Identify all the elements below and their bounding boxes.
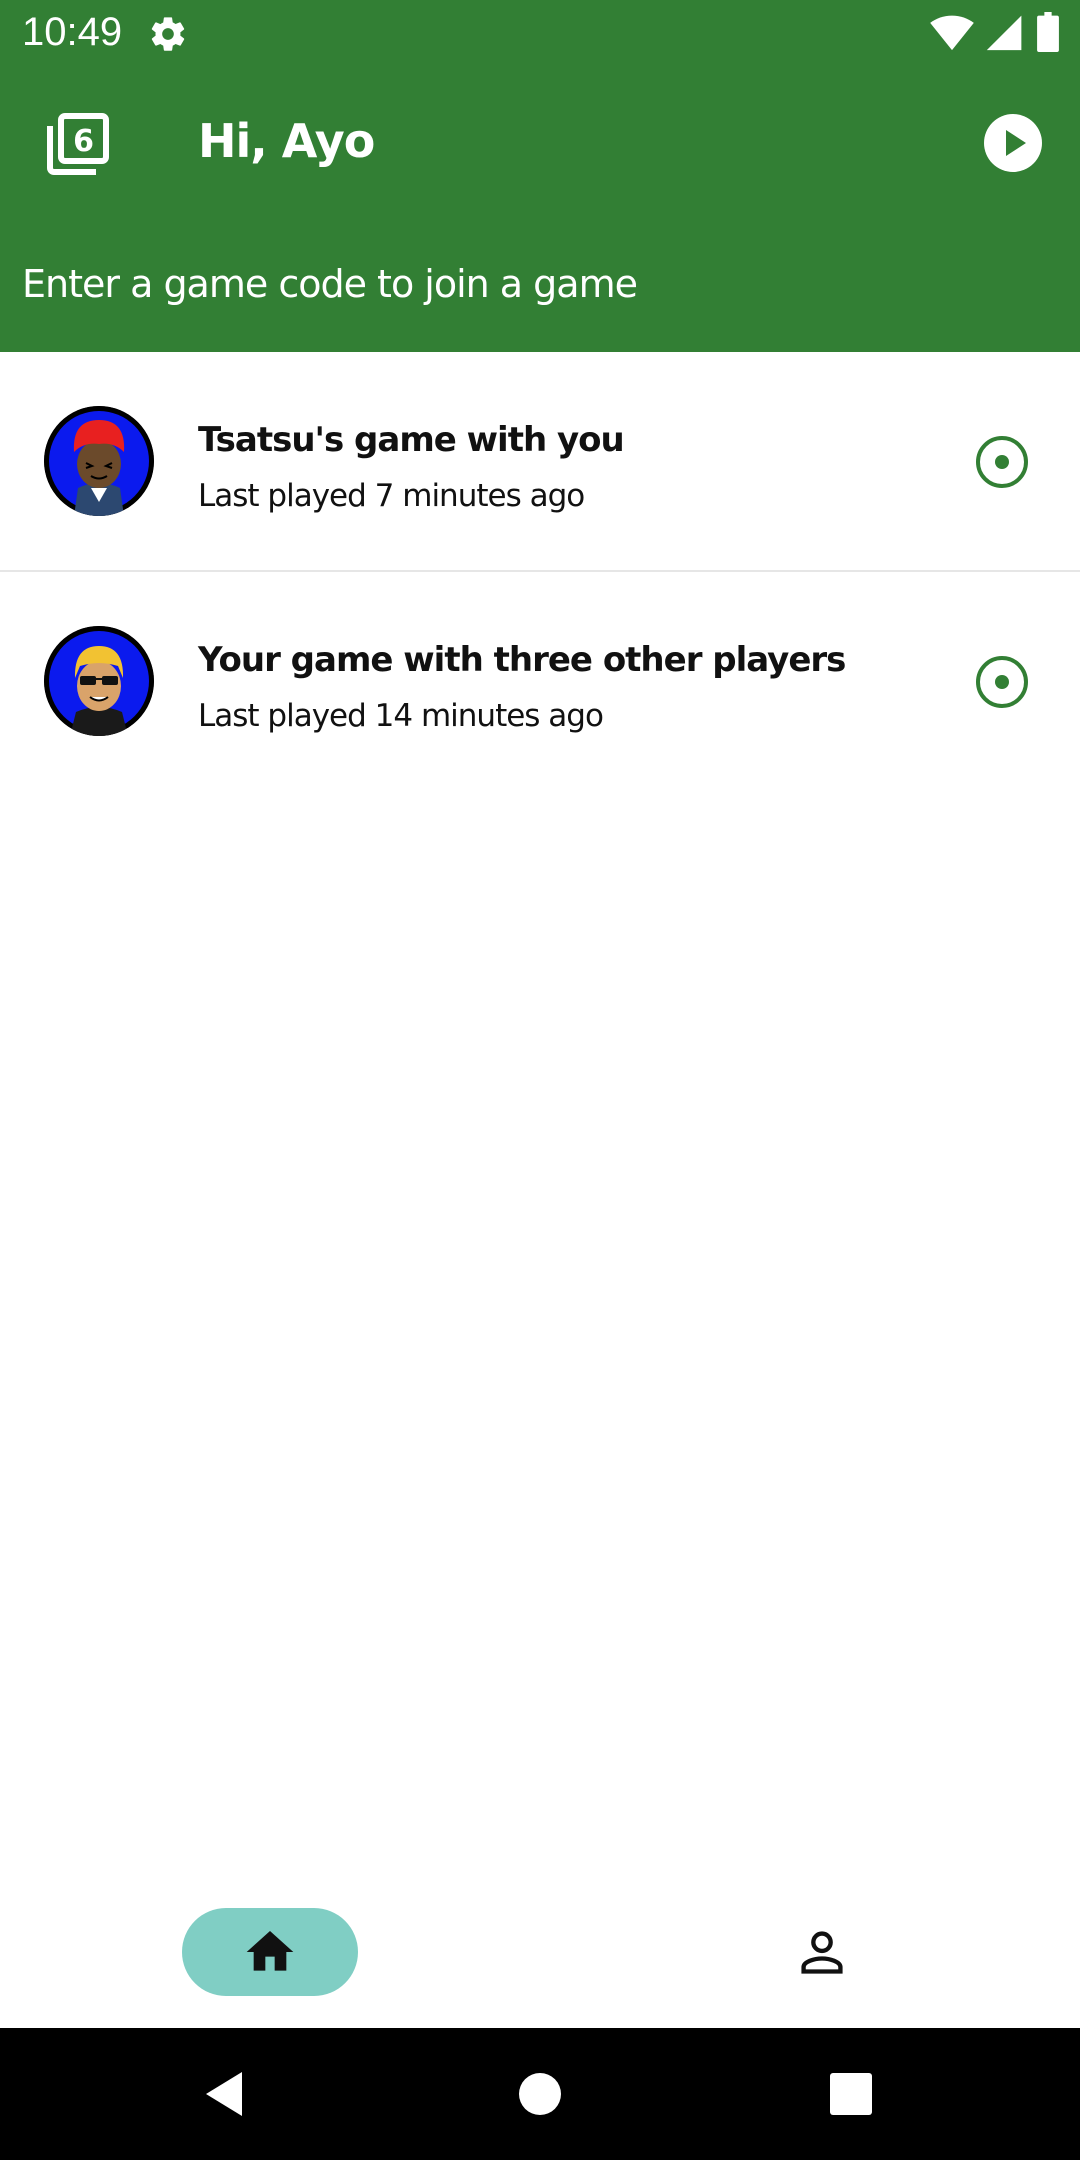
- profile-icon: [801, 1931, 843, 1974]
- game-last-played: Last played 14 minutes ago: [198, 698, 604, 734]
- status-icons: [930, 12, 1060, 56]
- radio-icon[interactable]: [976, 656, 1028, 708]
- player-avatar: [44, 406, 154, 516]
- game-last-played: Last played 7 minutes ago: [198, 478, 585, 514]
- nav-profile-button[interactable]: [770, 1908, 870, 1996]
- game-library-icon[interactable]: 6: [44, 110, 112, 178]
- settings-gear-icon: [148, 14, 188, 54]
- game-title: Your game with three other players: [198, 640, 846, 680]
- app-header: 6 Hi, Ayo Enter a game code to join a ga…: [0, 66, 1080, 352]
- radio-icon[interactable]: [976, 436, 1028, 488]
- home-icon: [246, 1931, 294, 1971]
- game-list: Tsatsu's game with you Last played 7 min…: [0, 352, 1080, 792]
- greeting-title: Hi, Ayo: [198, 114, 375, 168]
- status-bar: 10:49: [0, 0, 1080, 66]
- svg-text:6: 6: [73, 124, 94, 159]
- list-item[interactable]: Tsatsu's game with you Last played 7 min…: [0, 352, 1080, 572]
- nav-home-button[interactable]: [182, 1908, 358, 1996]
- join-game-prompt[interactable]: Enter a game code to join a game: [22, 262, 638, 306]
- game-title: Tsatsu's game with you: [198, 420, 625, 460]
- home-circle-icon[interactable]: [504, 2058, 576, 2130]
- list-item[interactable]: Your game with three other players Last …: [0, 572, 1080, 792]
- signal-icon: [986, 12, 1024, 56]
- bottom-navigation: [0, 1880, 1080, 2028]
- back-icon[interactable]: [190, 2058, 262, 2130]
- wifi-icon: [930, 12, 974, 56]
- status-time: 10:49: [22, 10, 123, 54]
- player-avatar: [44, 626, 154, 736]
- system-navigation-bar: [0, 2028, 1080, 2160]
- battery-icon: [1036, 12, 1060, 56]
- play-icon[interactable]: [984, 114, 1042, 172]
- recents-icon[interactable]: [815, 2058, 887, 2130]
